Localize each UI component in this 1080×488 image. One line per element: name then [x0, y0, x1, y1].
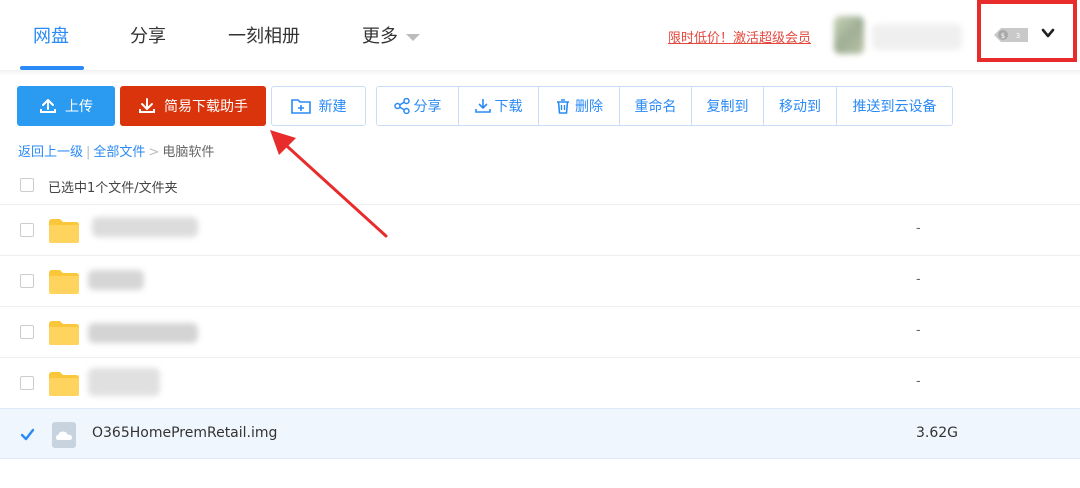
tab-share[interactable]: 分享	[130, 22, 166, 48]
file-size: -	[916, 374, 921, 389]
annotation-arrow-icon	[270, 130, 388, 238]
file-name-blurred	[88, 368, 160, 396]
file-row[interactable]: -	[0, 204, 1080, 255]
current-folder-label: 电脑软件	[162, 145, 215, 160]
push-to-device-label: 推送到云设备	[852, 99, 937, 115]
download-icon	[139, 98, 155, 113]
top-nav: 网盘 分享 一刻相册 更多 限时低价！激活超级会员 $ 3	[0, 0, 1080, 70]
tab-more-label: 更多	[362, 26, 398, 47]
delete-label: 删除	[575, 99, 603, 115]
vip-promo-link[interactable]: 限时低价！激活超级会员	[668, 27, 811, 46]
download-button[interactable]: 下载	[459, 87, 539, 125]
copy-to-button[interactable]: 复制到	[692, 87, 764, 125]
new-folder-button[interactable]: 新建	[271, 86, 366, 126]
selection-count: 已选中1个文件/文件夹	[48, 181, 178, 196]
folder-icon	[49, 219, 79, 243]
delete-button[interactable]: 删除	[539, 87, 620, 125]
all-files-link[interactable]: 全部文件	[93, 145, 145, 160]
row-checkbox[interactable]	[20, 274, 34, 288]
rename-label: 重命名	[634, 99, 677, 115]
rename-button[interactable]: 重命名	[620, 87, 692, 125]
file-size: 3.62G	[916, 425, 959, 441]
back-link[interactable]: 返回上一级	[18, 145, 83, 160]
row-checkbox[interactable]	[20, 376, 34, 390]
download-helper-label: 简易下载助手	[164, 99, 248, 115]
file-size: -	[916, 323, 921, 338]
tab-netdisk[interactable]: 网盘	[33, 22, 69, 48]
download-label: 下载	[494, 99, 523, 115]
checked-checkbox-icon[interactable]	[20, 427, 35, 442]
file-row[interactable]: -	[0, 255, 1080, 306]
file-name-blurred	[88, 270, 144, 290]
row-checkbox[interactable]	[20, 325, 34, 339]
disk-image-file-icon	[52, 422, 76, 448]
file-name[interactable]: O365HomePremRetail.img	[92, 425, 277, 441]
file-size: -	[916, 272, 921, 287]
download-icon	[474, 99, 491, 113]
folder-icon	[49, 321, 79, 345]
tab-more[interactable]: 更多	[362, 22, 420, 48]
upload-label: 上传	[65, 99, 93, 115]
trash-icon	[557, 99, 569, 114]
file-name-blurred	[92, 217, 198, 237]
new-folder-icon	[290, 99, 311, 114]
caret-down-icon	[406, 33, 420, 41]
breadcrumb: 返回上一级 | 全部文件 > 电脑软件	[18, 141, 214, 160]
upload-button[interactable]: 上传	[17, 86, 115, 126]
file-size: -	[916, 221, 921, 236]
tab-album[interactable]: 一刻相册	[228, 22, 300, 48]
new-folder-label: 新建	[318, 99, 347, 115]
copy-to-label: 复制到	[706, 99, 749, 115]
file-row-selected[interactable]: O365HomePremRetail.img 3.62G	[0, 408, 1080, 459]
share-label: 分享	[413, 99, 442, 115]
folder-icon	[49, 372, 79, 396]
move-to-label: 移动到	[779, 99, 821, 115]
username-blurred[interactable]	[872, 24, 962, 50]
push-to-device-button[interactable]: 推送到云设备	[837, 87, 952, 125]
file-action-group: 分享 下载 删除 重命名 复制到 移动到 推送到云设备	[376, 86, 953, 126]
upload-icon	[40, 99, 56, 113]
breadcrumb-separator: |	[86, 145, 91, 160]
file-name-blurred	[88, 323, 198, 343]
file-row[interactable]: -	[0, 357, 1080, 408]
avatar[interactable]	[834, 16, 864, 54]
folder-icon	[49, 270, 79, 294]
nav-shadow	[0, 70, 1080, 76]
row-checkbox[interactable]	[20, 223, 34, 237]
select-all-checkbox[interactable]	[20, 178, 34, 192]
download-helper-button[interactable]: 简易下载助手	[120, 86, 266, 126]
annotation-highlight-box	[977, 0, 1077, 62]
file-row[interactable]: -	[0, 306, 1080, 357]
move-to-button[interactable]: 移动到	[764, 87, 837, 125]
share-icon	[393, 98, 410, 114]
share-button[interactable]: 分享	[377, 87, 459, 125]
breadcrumb-chevron: >	[148, 145, 160, 160]
